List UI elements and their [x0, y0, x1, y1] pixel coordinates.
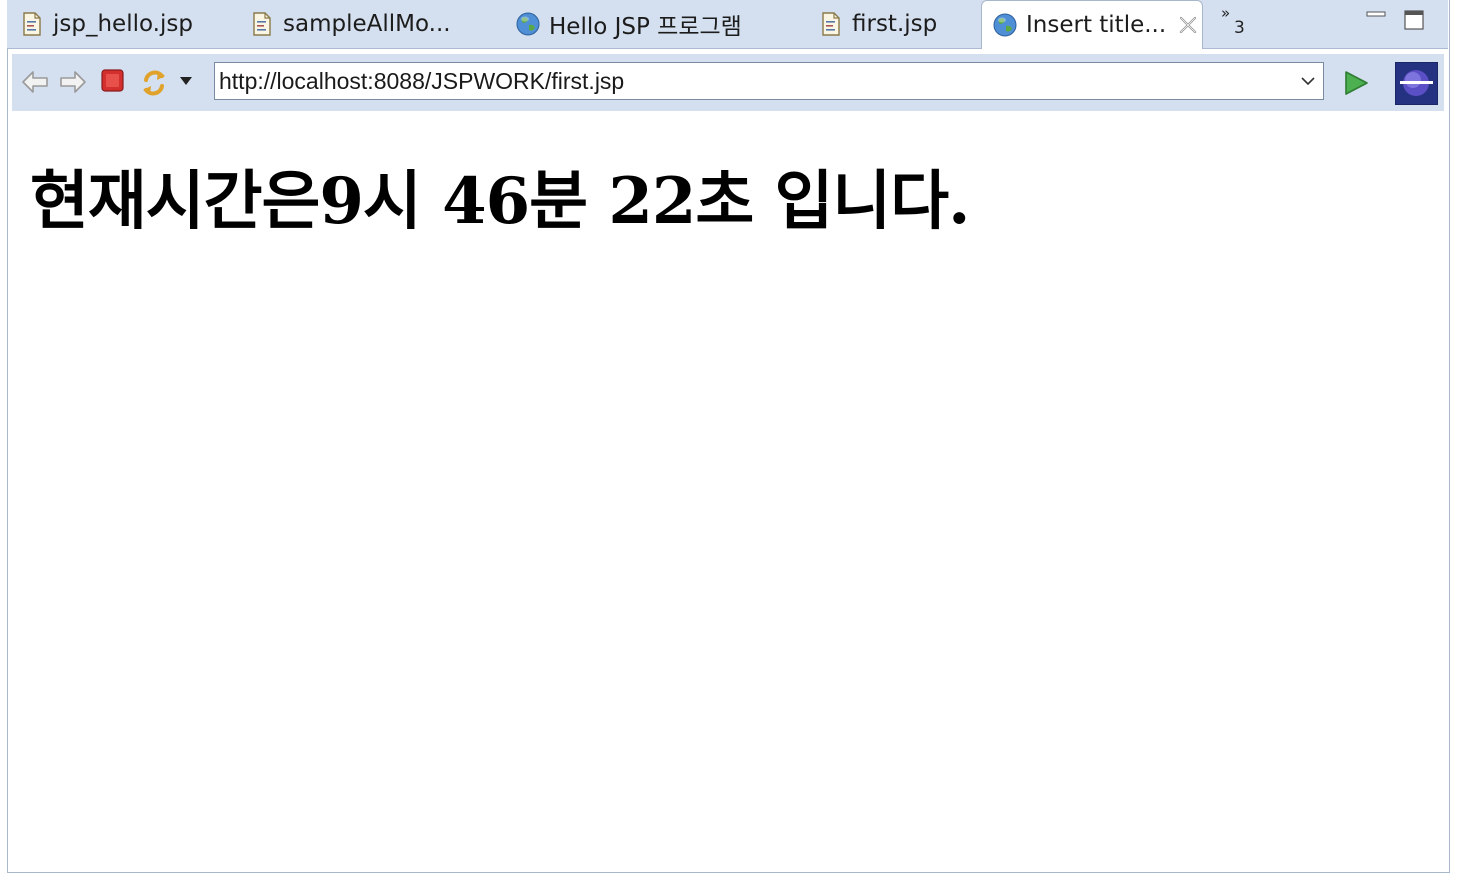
back-arrow-icon[interactable]	[20, 67, 50, 97]
close-icon[interactable]	[1178, 15, 1198, 35]
tab-label: Hello JSP 프로그램	[549, 14, 742, 40]
refresh-icon[interactable]	[138, 67, 170, 99]
go-icon[interactable]	[1342, 69, 1370, 97]
chevron-double-right-icon: »	[1221, 4, 1231, 22]
url-input[interactable]	[215, 63, 1295, 99]
url-bar[interactable]	[214, 62, 1324, 100]
chevron-down-icon[interactable]	[1299, 73, 1317, 89]
overflow-count: 3	[1234, 18, 1245, 38]
tab-overflow-button[interactable]: » 3	[1220, 4, 1250, 40]
tab-label: first.jsp	[852, 11, 938, 37]
tab-sample-all-mo[interactable]: sampleAllMo...	[249, 0, 451, 48]
stop-icon[interactable]	[100, 67, 126, 95]
tab-jsp-hello[interactable]: jsp_hello.jsp	[19, 0, 193, 48]
globe-icon	[516, 12, 540, 36]
editor-tab-bar: jsp_hello.jsp sampleAllMo... Hello JSP 프…	[7, 0, 1448, 49]
tab-hello-jsp-program[interactable]: Hello JSP 프로그램	[515, 0, 742, 48]
globe-icon	[993, 13, 1017, 37]
maximize-icon[interactable]	[1403, 8, 1425, 32]
minimize-icon[interactable]	[1365, 8, 1387, 22]
chevron-down-icon[interactable]	[178, 74, 194, 88]
browser-toolbar	[12, 54, 1444, 111]
browser-editor-frame	[7, 0, 1450, 873]
forward-arrow-icon[interactable]	[58, 67, 88, 97]
jsp-file-icon	[253, 12, 271, 36]
jsp-file-icon	[23, 12, 41, 36]
tab-label: sampleAllMo...	[283, 11, 451, 37]
page-content-text: 현재시간은9시 46분 22초 입니다.	[30, 164, 970, 239]
tab-label: jsp_hello.jsp	[53, 11, 193, 37]
eclipse-logo-icon	[1395, 62, 1438, 105]
tab-insert-title[interactable]: Insert title...	[981, 0, 1203, 49]
tab-label: Insert title...	[1026, 12, 1167, 38]
jsp-file-icon	[822, 12, 840, 36]
tab-first-jsp[interactable]: first.jsp	[818, 0, 937, 48]
